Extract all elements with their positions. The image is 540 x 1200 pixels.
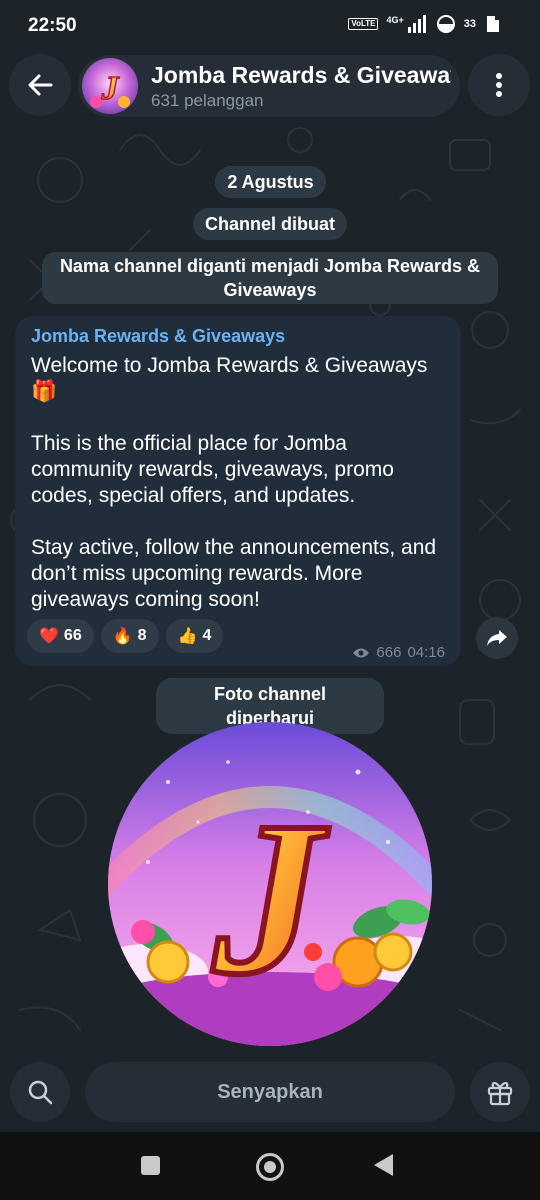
subscriber-count: 631 pelanggan <box>151 91 264 110</box>
search-button[interactable] <box>10 1062 70 1122</box>
more-vertical-icon <box>496 73 502 97</box>
heart-emoji-icon: ❤️ <box>39 628 59 645</box>
photo-letter: J <box>212 776 329 1020</box>
more-options-button[interactable] <box>468 54 530 116</box>
search-icon <box>28 1080 53 1105</box>
service-channel-renamed: Nama channel diganti menjadi Jomba Rewar… <box>42 252 498 304</box>
message-paragraph-3: Stay active, follow the announcements, a… <box>31 536 437 611</box>
volte-badge: VoLTE <box>348 18 379 30</box>
channel-avatar[interactable]: J <box>82 58 138 114</box>
back-button[interactable] <box>9 54 71 116</box>
signal-icon <box>407 15 426 33</box>
battery-saver-icon <box>436 15 455 33</box>
battery-percent: 33 <box>463 18 476 30</box>
reaction-thumbs-up[interactable]: 👍 4 <box>165 619 224 653</box>
service-channel-created: Channel dibuat <box>193 208 347 240</box>
message-meta: 666 04:16 <box>352 644 445 661</box>
status-time: 22:50 <box>28 15 77 36</box>
message-paragraph-2: This is the official place for Jomba com… <box>31 432 394 507</box>
reaction-count: 8 <box>137 627 147 644</box>
avatar-letter: J <box>101 70 120 107</box>
channel-photo[interactable]: J <box>108 722 432 1046</box>
message-sender[interactable]: Jomba Rewards & Giveaways <box>31 326 285 347</box>
channel-header[interactable]: J Jomba Rewards & Giveaways 631 pelangga… <box>78 55 460 117</box>
renamed-line-2: Giveaways <box>223 280 317 300</box>
status-icons: VoLTE 4G+ 33 <box>348 14 502 34</box>
reaction-count: 66 <box>63 627 82 644</box>
renamed-line-1: Nama channel diganti menjadi Jomba Rewar… <box>59 256 481 276</box>
recents-button[interactable] <box>141 1156 160 1175</box>
back-arrow-icon <box>28 74 53 96</box>
eye-icon <box>353 648 370 657</box>
date-separator: 2 Agustus <box>215 166 326 198</box>
reaction-fire[interactable]: 🔥 8 <box>100 619 159 653</box>
message-paragraph-1: Welcome to Jomba Rewards & Giveaways <box>31 354 428 377</box>
fire-emoji-icon: 🔥 <box>112 628 133 645</box>
thumbs-up-emoji-icon: 👍 <box>177 628 198 645</box>
message-text: Welcome to Jomba Rewards & Giveaways 🎁 Th… <box>31 353 451 613</box>
mute-button[interactable]: Senyapkan <box>85 1062 455 1122</box>
message-time: 04:16 <box>407 644 445 661</box>
reaction-heart[interactable]: ❤️ 66 <box>27 619 94 653</box>
channel-post[interactable]: Jomba Rewards & Giveaways Welcome to Jom… <box>15 316 461 666</box>
channel-title: Jomba Rewards & Giveaways <box>151 62 451 88</box>
view-count: 666 <box>376 644 402 661</box>
battery-icon <box>487 16 499 32</box>
gift-icon <box>487 1082 513 1106</box>
reactions-row: ❤️ 66 🔥 8 👍 4 <box>27 619 224 653</box>
reaction-count: 4 <box>202 627 212 644</box>
forward-button[interactable] <box>476 617 518 659</box>
system-back-button[interactable] <box>374 1154 393 1176</box>
status-bar: 22:50 VoLTE 4G+ 33 <box>0 0 540 50</box>
gift-button[interactable] <box>470 1062 530 1122</box>
forward-icon <box>487 630 507 646</box>
system-nav-bar <box>0 1132 540 1200</box>
home-button[interactable] <box>256 1153 284 1181</box>
network-type: 4G+ <box>386 15 404 25</box>
gift-emoji: 🎁 <box>31 380 58 403</box>
